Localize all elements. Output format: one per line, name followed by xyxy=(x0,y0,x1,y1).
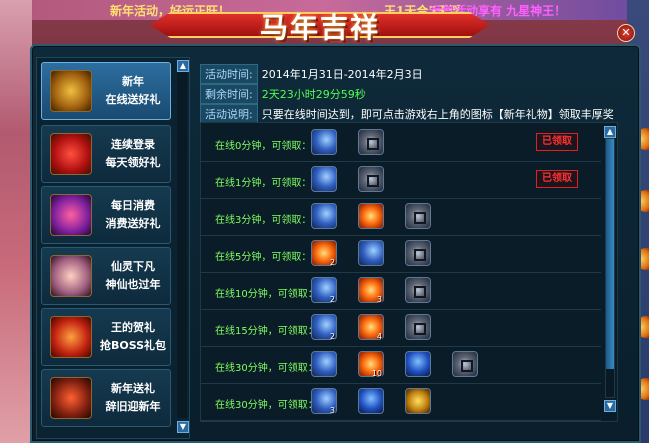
moon-item-icon[interactable] xyxy=(311,166,337,192)
close-button[interactable]: ✕ xyxy=(617,24,635,42)
reward-row-label: 在线5分钟，可领取： xyxy=(215,252,312,263)
moon-item-icon[interactable] xyxy=(358,240,384,266)
coin-item-icon[interactable] xyxy=(405,203,431,229)
reward-list: 在线0分钟，可领取： 已领取 在线1分钟，可领取： 已领取 在线3分钟，可领取：… xyxy=(200,122,618,422)
fire-orb-item-icon[interactable]: 4 xyxy=(358,314,384,341)
tab-newyear-gift[interactable]: 新年送礼 辞旧迎新年 xyxy=(41,369,171,427)
red-envelope-icon xyxy=(50,133,92,175)
fairy-portrait-icon xyxy=(50,255,92,297)
coin-item-icon[interactable] xyxy=(405,277,431,303)
list-scrollbar[interactable] xyxy=(605,138,615,398)
firework-icon xyxy=(50,377,92,419)
list-scroll-up-button[interactable]: ▲ xyxy=(604,126,616,138)
fire-orb-item-icon[interactable]: 10 xyxy=(358,351,384,378)
tabs-scroll-up-button[interactable]: ▲ xyxy=(177,60,189,72)
fire-orb-item-icon[interactable] xyxy=(358,203,384,229)
lucky-bag-icon xyxy=(50,70,92,112)
event-info: 活动时间: 2014年1月31日-2014年2月3日 剩余时间: 2天23小时29分… xyxy=(200,60,625,139)
tab-fairy-descends[interactable]: 仙灵下凡 神仙也过年 xyxy=(41,247,171,305)
reward-row-label: 在线30分钟，可领取： xyxy=(215,400,318,411)
reward-row: 在线3分钟，可领取： xyxy=(201,199,601,236)
info-time-value: 2014年1月31日-2014年2月3日 xyxy=(261,68,423,81)
coin-item-icon[interactable] xyxy=(405,240,431,266)
info-remain-value: 2天23小时29分59秒 xyxy=(261,88,366,101)
reward-row: 在线1分钟，可领取： 已领取 xyxy=(201,162,601,199)
tab-newyear-online[interactable]: 新年 在线送好礼 xyxy=(41,62,171,120)
info-time-label: 活动时间: xyxy=(200,64,258,84)
coin-item-icon[interactable] xyxy=(358,129,384,155)
reward-row: 在线10分钟，可领取： 2 3 xyxy=(201,273,601,310)
tab-label: 王的贺礼 抢BOSS礼包 xyxy=(99,321,167,352)
reward-row-label: 在线30分钟，可领取： xyxy=(215,363,318,374)
title-banner: 马年吉祥 xyxy=(150,4,490,48)
coin-item-icon[interactable] xyxy=(405,314,431,340)
moon-item-icon[interactable] xyxy=(311,351,337,377)
gold-ingot-item-icon[interactable] xyxy=(405,388,431,414)
claimed-badge: 已领取 xyxy=(536,170,578,188)
tab-king-gift[interactable]: 王的贺礼 抢BOSS礼包 xyxy=(41,308,171,366)
fire-orb-item-icon[interactable]: 3 xyxy=(358,277,384,304)
reward-row-label: 在线3分钟，可领取： xyxy=(215,215,312,226)
reward-row-label: 在线0分钟，可领取： xyxy=(215,141,312,152)
tab-label: 仙灵下凡 神仙也过年 xyxy=(105,260,161,291)
moon-item-icon[interactable] xyxy=(311,203,337,229)
coin-item-icon[interactable] xyxy=(358,166,384,192)
tab-label: 新年送礼 辞旧迎新年 xyxy=(105,382,161,413)
banner-title: 马年吉祥 xyxy=(259,11,380,44)
reward-row: 在线15分钟，可领取： 2 4 xyxy=(201,310,601,347)
moon-item-icon[interactable]: 2 xyxy=(311,314,337,341)
gem-item-icon[interactable] xyxy=(405,351,431,377)
fire-orb-item-icon[interactable]: 2 xyxy=(311,240,337,267)
info-desc-label: 活动说明: xyxy=(200,104,258,124)
gift-box-icon xyxy=(50,194,92,236)
tab-label: 连续登录 每天领好礼 xyxy=(105,138,161,169)
tabs-panel: ▲ ▼ 新年 在线送好礼 连续登录 每天领好礼 每日消费 消费送好礼 仙灵下凡 神仙也过… xyxy=(36,57,190,439)
reward-row-label: 在线10分钟，可领取： xyxy=(215,289,318,300)
tab-label: 每日消费 消费送好礼 xyxy=(105,199,161,230)
list-scroll-thumb[interactable] xyxy=(606,139,614,369)
moon-item-icon[interactable]: 2 xyxy=(311,277,337,304)
game-character-art xyxy=(0,0,32,443)
info-remain-row: 剩余时间: 2天23小时29分59秒 xyxy=(200,84,366,104)
list-scroll-down-button[interactable]: ▼ xyxy=(604,400,616,412)
reward-row-label: 在线1分钟，可领取： xyxy=(215,178,312,189)
moon-item-icon[interactable] xyxy=(311,129,337,155)
reward-row: 在线0分钟，可领取： 已领取 xyxy=(201,125,601,162)
info-time-row: 活动时间: 2014年1月31日-2014年2月3日 xyxy=(200,64,423,84)
gem-item-icon[interactable] xyxy=(358,388,384,414)
reward-row: 在线30分钟，可领取： 3 xyxy=(201,384,601,421)
tab-daily-login[interactable]: 连续登录 每天领好礼 xyxy=(41,125,171,183)
coin-item-icon[interactable] xyxy=(452,351,478,377)
info-remain-label: 剩余时间: xyxy=(200,84,258,104)
tabs-scroll-down-button[interactable]: ▼ xyxy=(177,421,189,433)
claimed-badge: 已领取 xyxy=(536,133,578,151)
reward-row: 在线30分钟，可领取： 10 xyxy=(201,347,601,384)
reward-row: 在线5分钟，可领取： 2 xyxy=(201,236,601,273)
tab-label: 新年 在线送好礼 xyxy=(105,75,161,106)
tabs-scrollbar[interactable] xyxy=(177,72,187,418)
tab-daily-spend[interactable]: 每日消费 消费送好礼 xyxy=(41,186,171,244)
boss-mask-icon xyxy=(50,316,92,358)
reward-row-label: 在线15分钟，可领取： xyxy=(215,326,318,337)
moon-item-icon[interactable]: 3 xyxy=(311,388,337,415)
